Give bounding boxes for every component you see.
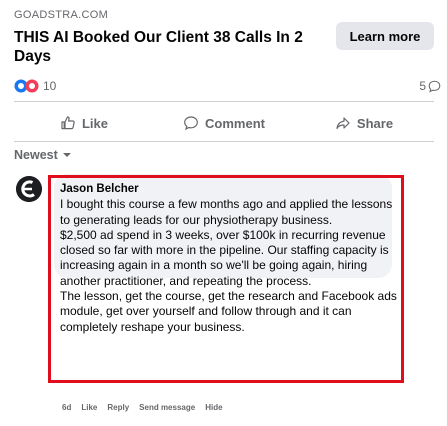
share-button[interactable]: Share [294,106,434,140]
comment-send-message-link[interactable]: Send message [139,403,195,412]
comment-timestamp[interactable]: 6d [62,403,71,412]
avatar[interactable] [16,176,42,202]
reaction-count: 10 [43,79,57,93]
ad-domain[interactable]: GOADSTRA.COM [14,9,108,21]
comment-bubble-icon [428,80,441,93]
speech-bubble-icon [183,115,205,131]
comment-action-links: 6d Like Reply Send message Hide [62,403,223,412]
chevron-down-icon [58,151,72,159]
sort-label: Newest [14,148,58,162]
comment-label: Comment [205,115,265,131]
share-arrow-icon [335,115,357,131]
learn-more-button[interactable]: Learn more [336,22,434,50]
comment-reply-link[interactable]: Reply [107,403,129,412]
comment-button[interactable]: Comment [154,106,294,140]
thumbs-up-icon [60,115,82,131]
like-label: Like [81,115,108,131]
love-reaction-icon [25,79,39,93]
comment-sort-dropdown[interactable]: Newest [14,148,72,162]
divider [14,101,434,102]
comment-like-link[interactable]: Like [81,403,97,412]
divider [14,141,434,142]
comment-count[interactable]: 5 [419,79,441,93]
ad-headline[interactable]: THIS AI Booked Our Client 38 Calls In 2 … [14,28,314,66]
reaction-summary[interactable]: 10 [14,79,56,93]
highlight-frame [48,175,404,383]
comment-count-value: 5 [419,79,426,93]
post-actions-bar: Like Comment Share [14,106,434,140]
comment-hide-link[interactable]: Hide [205,403,222,412]
like-button[interactable]: Like [14,106,154,140]
share-label: Share [356,115,394,131]
